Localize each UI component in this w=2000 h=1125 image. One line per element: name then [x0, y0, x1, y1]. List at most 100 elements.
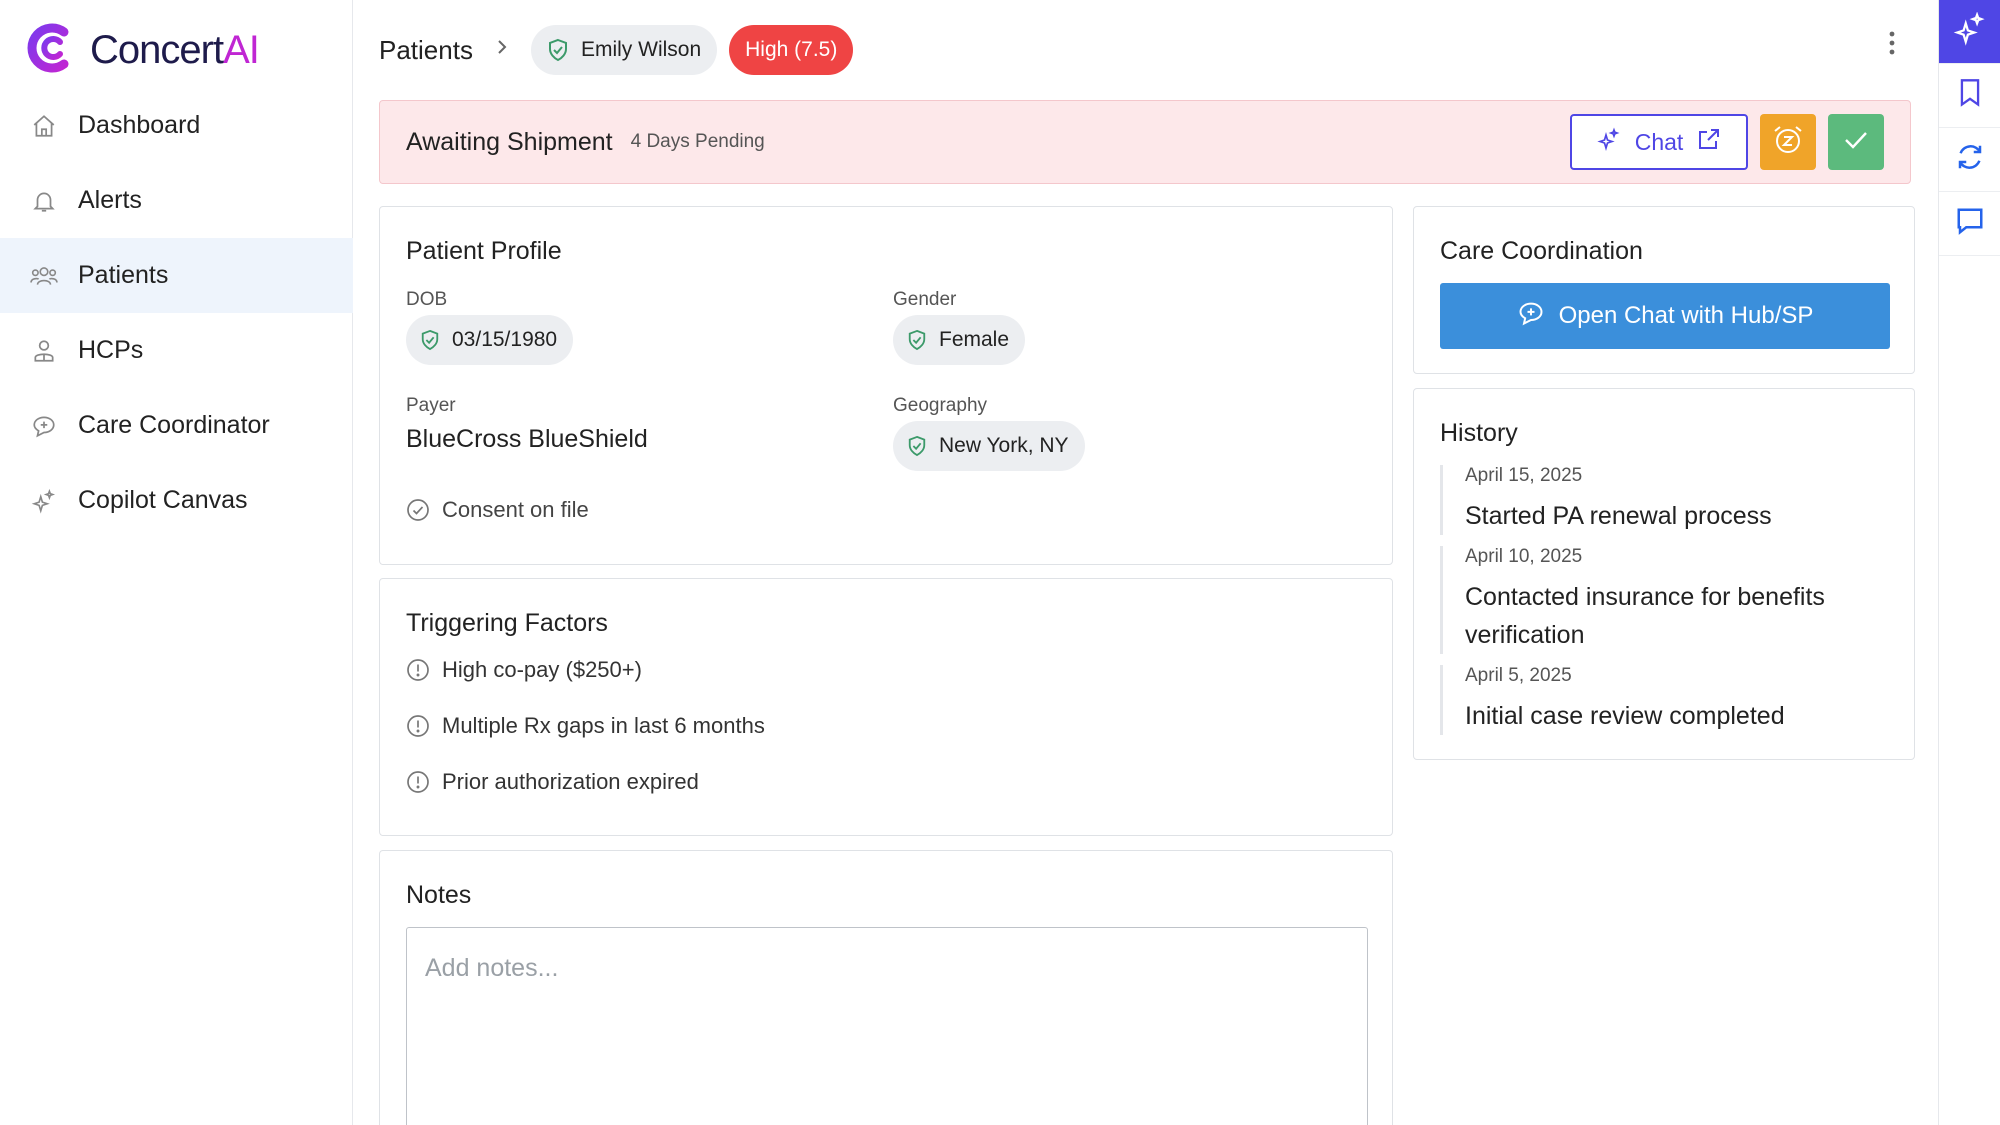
complete-button[interactable] [1828, 114, 1884, 170]
shield-check-icon [907, 435, 927, 457]
snooze-button[interactable] [1760, 114, 1816, 170]
gender-label: Gender [893, 289, 957, 310]
breadcrumb-patients-link[interactable]: Patients [379, 35, 473, 66]
sparkle-icon [1597, 127, 1621, 157]
history-text: Contacted insurance for benefits verific… [1465, 583, 1825, 649]
sidebar-item-label: Care Coordinator [78, 411, 270, 439]
sidebar-item-label: Dashboard [78, 111, 201, 139]
card-title: History [1440, 419, 1518, 447]
consent-status: Consent on file [406, 497, 589, 523]
sidebar-item-label: Alerts [78, 186, 142, 214]
factor-item: Multiple Rx gaps in last 6 months [406, 713, 765, 739]
payer-value: BlueCross BlueShield [406, 425, 648, 453]
factor-item: Prior authorization expired [406, 769, 699, 795]
sidebar-nav: Dashboard Alerts Patients HCPs Care Coor… [0, 88, 353, 538]
notes-card: Notes [379, 850, 1393, 1125]
open-chat-hub-button[interactable]: Open Chat with Hub/SP [1440, 283, 1890, 349]
card-title: Notes [406, 881, 472, 909]
ai-assistant-button[interactable] [1939, 0, 2000, 64]
sidebar-item-label: HCPs [78, 336, 144, 364]
geography-chip: New York, NY [893, 421, 1085, 471]
more-options-icon[interactable] [1888, 30, 1898, 60]
sidebar-item-label: Copilot Canvas [78, 486, 248, 514]
history-date: April 5, 2025 [1465, 665, 1572, 686]
brand-logo[interactable]: ConcertAI [24, 22, 260, 79]
comment-icon [1955, 206, 1985, 241]
shipment-status: Awaiting Shipment [406, 127, 613, 156]
users-icon [30, 262, 58, 290]
geography-label: Geography [893, 395, 988, 416]
refresh-icon [1955, 142, 1985, 177]
card-title: Triggering Factors [406, 609, 608, 637]
factor-text: Multiple Rx gaps in last 6 months [442, 713, 765, 738]
history-date: April 15, 2025 [1465, 465, 1583, 486]
notes-input[interactable] [407, 928, 1367, 1125]
factor-text: High co-pay ($250+) [442, 657, 642, 682]
patient-name-chip[interactable]: Emily Wilson [530, 25, 718, 75]
gender-value: Female [939, 328, 1010, 351]
logo-mark-icon [24, 22, 76, 79]
card-title: Patient Profile [406, 237, 562, 265]
history-card: History April 15, 2025 Started PA renewa… [1413, 388, 1915, 760]
ai-sparkle-icon [1953, 11, 1987, 51]
app-root: ConcertAI Dashboard Alerts Patients HCPs… [0, 0, 2000, 1125]
factor-item: High co-pay ($250+) [406, 657, 642, 683]
sparkle-icon [30, 487, 58, 515]
bell-icon [30, 187, 58, 215]
check-circle-icon [406, 498, 430, 522]
dob-value: 03/15/1980 [452, 328, 558, 351]
card-title: Care Coordination [1440, 237, 1643, 265]
sidebar-item-hcps[interactable]: HCPs [0, 313, 353, 388]
risk-badge: High (7.5) [729, 25, 854, 75]
breadcrumb: Patients Emily Wilson High (7.5) [379, 24, 854, 76]
refresh-button[interactable] [1939, 128, 2000, 192]
history-text: Started PA renewal process [1465, 502, 1772, 530]
comments-button[interactable] [1939, 192, 2000, 256]
history-date: April 10, 2025 [1465, 546, 1583, 567]
chat-button-label: Chat [1634, 128, 1684, 155]
patient-name: Emily Wilson [580, 38, 702, 61]
shield-check-icon [547, 38, 569, 62]
chevron-right-icon [495, 37, 509, 63]
history-item: April 5, 2025 Initial case review comple… [1440, 665, 1880, 735]
banner-actions: Chat [1570, 114, 1884, 170]
history-item: April 10, 2025 Contacted insurance for b… [1440, 546, 1880, 654]
geography-value: New York, NY [939, 434, 1069, 457]
consent-text: Consent on file [442, 497, 589, 522]
alert-circle-icon [406, 658, 430, 682]
doctor-icon [30, 337, 58, 365]
shield-check-icon [907, 329, 927, 351]
bookmark-button[interactable] [1939, 64, 2000, 128]
right-rail [1938, 0, 2000, 1125]
sidebar-item-label: Patients [78, 261, 169, 289]
sidebar-item-copilot-canvas[interactable]: Copilot Canvas [0, 463, 353, 538]
history-text: Initial case review completed [1465, 702, 1785, 730]
status-banner: Awaiting Shipment 4 Days Pending Chat [379, 100, 1911, 184]
dob-label: DOB [406, 289, 448, 310]
alert-circle-icon [406, 714, 430, 738]
chat-plus-icon [1517, 299, 1545, 334]
sidebar: ConcertAI Dashboard Alerts Patients HCPs… [0, 0, 353, 1125]
chat-button[interactable]: Chat [1570, 114, 1748, 170]
alert-circle-icon [406, 770, 430, 794]
sidebar-item-dashboard[interactable]: Dashboard [0, 88, 353, 163]
home-icon [30, 112, 58, 140]
sidebar-item-patients[interactable]: Patients [0, 238, 353, 313]
sidebar-item-care-coordinator[interactable]: Care Coordinator [0, 388, 353, 463]
external-link-icon [1697, 127, 1721, 157]
snooze-alarm-icon [1771, 123, 1805, 162]
patient-profile-card: Patient Profile DOB 03/15/1980 Gender Fe… [379, 206, 1393, 565]
chat-plus-icon [30, 412, 58, 440]
triggering-factors-card: Triggering Factors High co-pay ($250+) M… [379, 578, 1393, 836]
bookmark-icon [1956, 78, 1984, 113]
dob-chip: 03/15/1980 [406, 315, 574, 365]
care-coordination-card: Care Coordination Open Chat with Hub/SP [1413, 206, 1915, 374]
sidebar-item-alerts[interactable]: Alerts [0, 163, 353, 238]
logo-text: ConcertAI [90, 27, 260, 72]
check-icon [1841, 125, 1871, 160]
history-item: April 15, 2025 Started PA renewal proces… [1440, 465, 1880, 535]
main-content: Patients Emily Wilson High (7.5) Awaitin… [353, 0, 1938, 1125]
notes-input-wrapper [406, 927, 1368, 1125]
open-chat-hub-label: Open Chat with Hub/SP [1558, 302, 1814, 329]
gender-chip: Female [893, 315, 1026, 365]
